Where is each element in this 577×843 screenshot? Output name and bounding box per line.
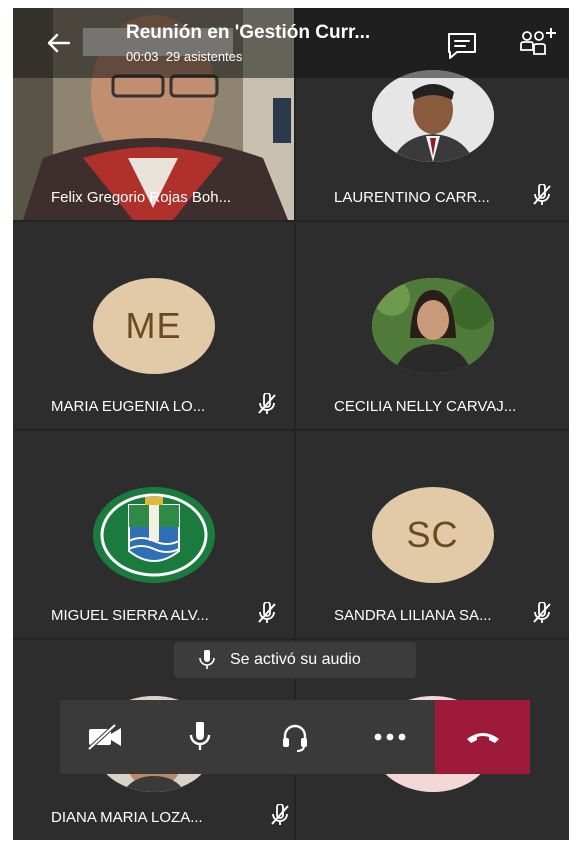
microphone-icon: [199, 650, 215, 669]
more-icon: [374, 733, 406, 741]
avatar-photo: [371, 278, 494, 374]
muted-mic-icon: [258, 602, 276, 623]
hang-up-button[interactable]: [435, 700, 530, 774]
add-people-icon[interactable]: [518, 26, 558, 60]
video-off-icon: [87, 723, 121, 751]
meeting-status: 00:03 29 asistentes: [126, 49, 242, 64]
participant-name: MARIA EUGENIA LO...: [51, 398, 206, 415]
toast-text: Se activó su audio: [230, 651, 361, 668]
avatar: [92, 487, 215, 583]
audio-toast: Se activó su audio: [174, 642, 416, 678]
participant-tile-cecilia[interactable]: CECILIA NELLY CARVAJ...: [296, 222, 569, 429]
chat-icon[interactable]: [445, 30, 479, 60]
participant-name: SANDRA LILIANA SA...: [334, 607, 492, 624]
logo-emblem: [92, 487, 215, 583]
participant-tile-miguel[interactable]: MIGUEL SIERRA ALV...: [13, 431, 294, 638]
camera-toggle-button[interactable]: [60, 700, 150, 774]
hang-up-icon: [466, 733, 499, 743]
muted-mic-icon: [258, 393, 276, 414]
participant-name: MIGUEL SIERRA ALV...: [51, 607, 209, 624]
muted-mic-icon: [271, 804, 289, 825]
meeting-duration: 00:03: [126, 49, 159, 64]
headset-icon: [283, 724, 307, 752]
participant-tile-maria-eugenia[interactable]: ME MARIA EUGENIA LO...: [13, 222, 294, 429]
avatar-photo: [371, 70, 494, 162]
meeting-title: Reunión en 'Gestión Curr...: [126, 22, 371, 43]
attendee-count: 29 asistentes: [165, 49, 243, 64]
microphone-icon: [189, 722, 211, 750]
participant-name: Felix Gregorio Rojas Boh...: [51, 189, 232, 206]
call-controls: [60, 700, 530, 774]
meeting-window: Felix Gregorio Rojas Boh... LAURENTINO C…: [13, 8, 569, 840]
muted-mic-icon: [533, 602, 551, 623]
muted-mic-icon: [533, 184, 551, 205]
participant-name: DIANA MARIA LOZA...: [51, 809, 203, 826]
mic-toggle-button[interactable]: [155, 700, 245, 774]
avatar-initials: ME: [92, 278, 215, 374]
avatar-initials: SC: [371, 487, 494, 583]
audio-device-button[interactable]: [250, 700, 340, 774]
participant-name: LAURENTINO CARR...: [334, 189, 490, 206]
avatar: [371, 278, 494, 374]
back-arrow-icon[interactable]: [43, 28, 73, 58]
more-options-button[interactable]: [345, 700, 435, 774]
participant-tile-sandra[interactable]: SC SANDRA LILIANA SA...: [296, 431, 569, 638]
meeting-header: Reunión en 'Gestión Curr... 00:03 29 asi…: [13, 8, 569, 78]
participant-name: CECILIA NELLY CARVAJ...: [334, 398, 517, 415]
avatar: [371, 70, 494, 162]
